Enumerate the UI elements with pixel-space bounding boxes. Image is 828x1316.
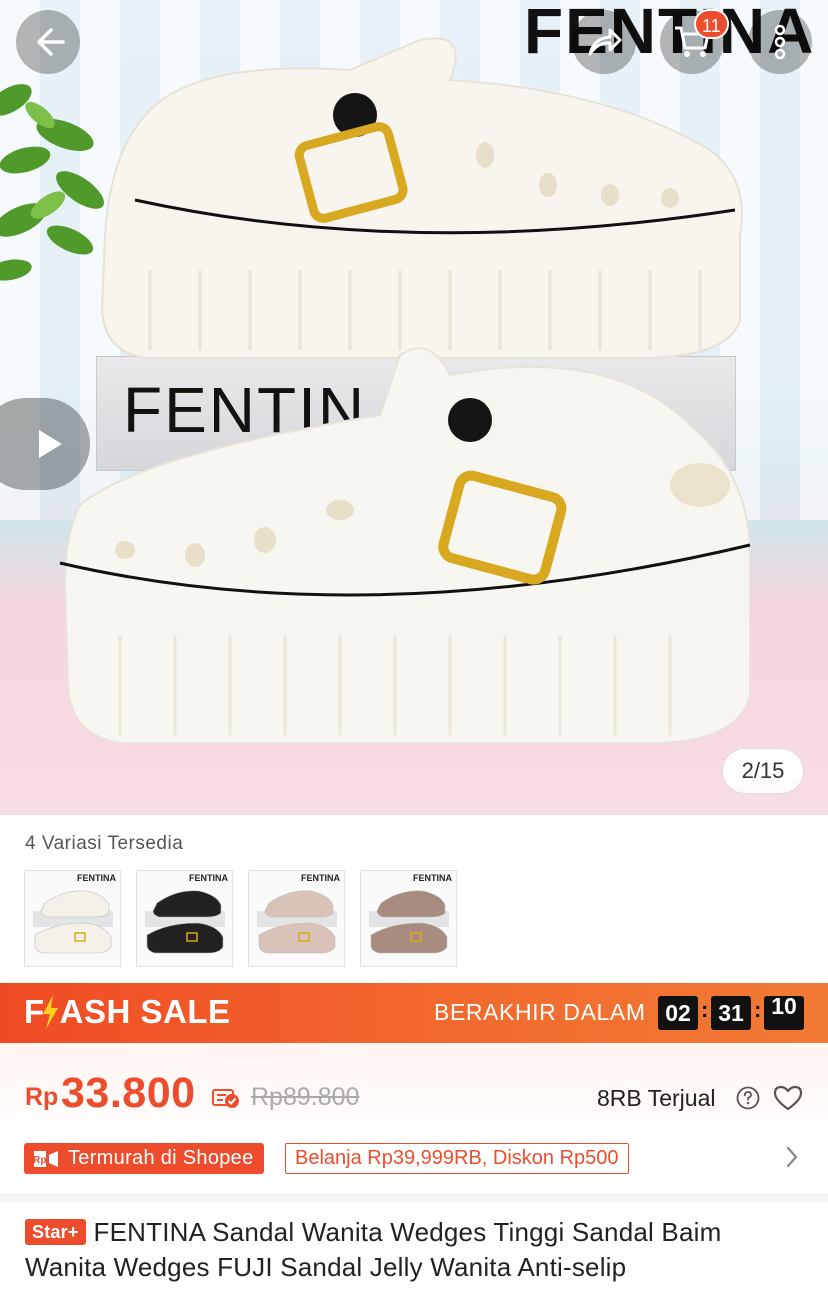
product-title-block: Star+ FENTINA Sandal Wanita Wedges Tinggi… [25,1215,805,1285]
variant-thumbnail[interactable]: FENTINA [360,870,457,967]
coin-voucher-icon [212,1089,239,1108]
sold-count: 8RB Terjual [597,1085,716,1111]
current-price: 33.800 [61,1069,196,1117]
share-icon [588,28,622,56]
variant-thumbnail-brand: FENTINA [77,873,116,883]
price-tag-icon: Rp [33,1151,58,1167]
more-vertical-icon [774,24,786,60]
flash-sale-logo: F ASH SALE [24,993,231,1031]
product-image-carousel[interactable]: FENTINA FENTIN 11 2/15 [0,0,828,815]
image-counter: 2/15 [722,748,804,794]
discount-tag[interactable]: Belanja Rp39,999RB, Diskon Rp500 [285,1143,629,1174]
countdown-minutes: 31 [711,996,751,1030]
play-video-button[interactable] [0,398,90,490]
flash-sale-ends-label: BERAKHIR DALAM [434,999,646,1025]
product-title: FENTINA Sandal Wanita Wedges Tinggi Sand… [25,1217,722,1282]
chevron-right-icon[interactable] [784,1144,800,1170]
countdown-seconds-value: 10 [771,996,797,1019]
share-button[interactable] [572,10,636,74]
variant-shoe-image [33,890,113,954]
variant-section: 4 Variasi Tersedia FENTINA FENTINA FENTINA… [0,815,828,983]
flash-sale-logo-rest: ASH SALE [59,993,231,1030]
back-arrow-icon [37,28,65,56]
variant-shoe-image [257,890,337,954]
product-page: FENTINA FENTIN 11 2/15 4 Variasi Tersedi… [0,0,828,1316]
play-icon [39,430,62,458]
variants-label: 4 Variasi Tersedia [25,833,184,854]
cart-count-badge: 11 [694,9,729,39]
price-currency: Rp [25,1083,59,1111]
star-plus-badge: Star+ [25,1219,86,1245]
cheapest-tag[interactable]: Rp Termurah di Shopee [24,1143,264,1174]
original-price: Rp89.800 [251,1083,360,1111]
question-help-icon[interactable] [736,1086,760,1110]
variant-thumbnail[interactable]: FENTINA [248,870,345,967]
more-button[interactable] [748,10,812,74]
back-button[interactable] [16,10,80,74]
variant-thumbnail-brand: FENTINA [189,873,228,883]
section-divider [0,1193,828,1203]
product-photo-shoe-back [100,37,743,359]
title-section: Star+ FENTINA Sandal Wanita Wedges Tinggi… [0,1203,828,1316]
variant-thumbnail-brand: FENTINA [413,873,452,883]
countdown-hours: 02 [658,996,698,1030]
svg-text:Rp: Rp [33,1155,47,1166]
countdown-seconds: 10 [764,996,804,1030]
countdown-colon: : [754,997,762,1022]
flash-sale-bar[interactable]: F ASH SALE BERAKHIR DALAM 02 : 31 : 10 [0,983,828,1043]
price-section: Rp 33.800 Rp89.800 8RB Terjual Rp Termur… [0,1043,828,1193]
variant-shoe-image [145,890,225,954]
cheapest-tag-label: Termurah di Shopee [68,1147,254,1169]
countdown-colon: : [701,997,709,1022]
variant-thumbnail[interactable]: FENTINA [24,870,121,967]
product-photo-shoe-front [59,347,751,744]
heart-favorite-icon[interactable] [773,1084,803,1112]
variant-thumbnail[interactable]: FENTINA [136,870,233,967]
variant-thumbnail-brand: FENTINA [301,873,340,883]
variant-shoe-image [369,890,449,954]
lightning-icon [42,995,58,1029]
